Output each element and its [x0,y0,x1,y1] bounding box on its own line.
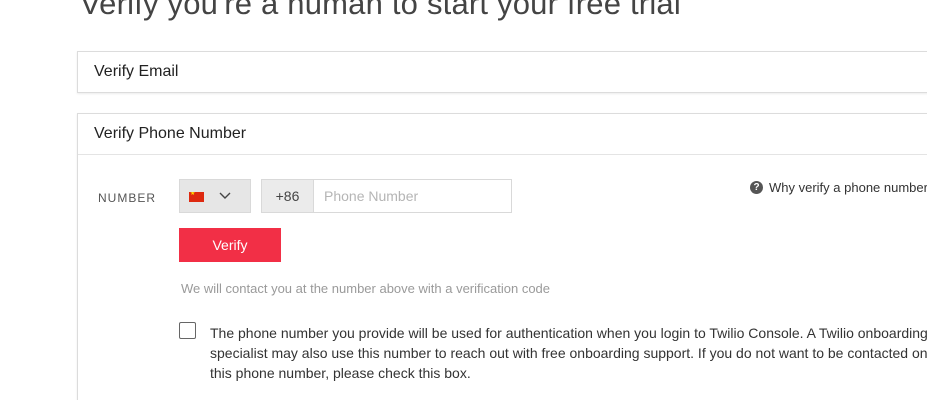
verify-phone-section: Verify Phone Number NUMBER ★ +86 Verify … [77,113,927,400]
verify-button[interactable]: Verify [179,228,281,262]
page-title: Verify you're a human to start your free… [80,0,681,21]
china-flag-icon: ★ [189,192,204,202]
verify-email-section[interactable]: Verify Email [77,51,927,93]
verify-phone-title: Verify Phone Number [78,114,927,155]
consent-text: The phone number you provide will be use… [210,325,927,381]
verification-help-text: We will contact you at the number above … [181,281,551,296]
signup-page: Verify you're a human to start your free… [0,0,927,400]
why-verify-label: Why verify a phone number? [769,180,927,195]
why-verify-link[interactable]: ? Why verify a phone number? [750,180,927,196]
number-label: NUMBER [98,191,157,205]
consent-checkbox[interactable] [179,322,196,339]
phone-number-input[interactable] [313,179,512,213]
chevron-down-icon [219,192,231,199]
question-circle-icon: ? [750,181,763,195]
verify-email-title: Verify Email [94,63,179,80]
dial-code: +86 [261,179,313,213]
country-select[interactable]: ★ [179,179,251,213]
